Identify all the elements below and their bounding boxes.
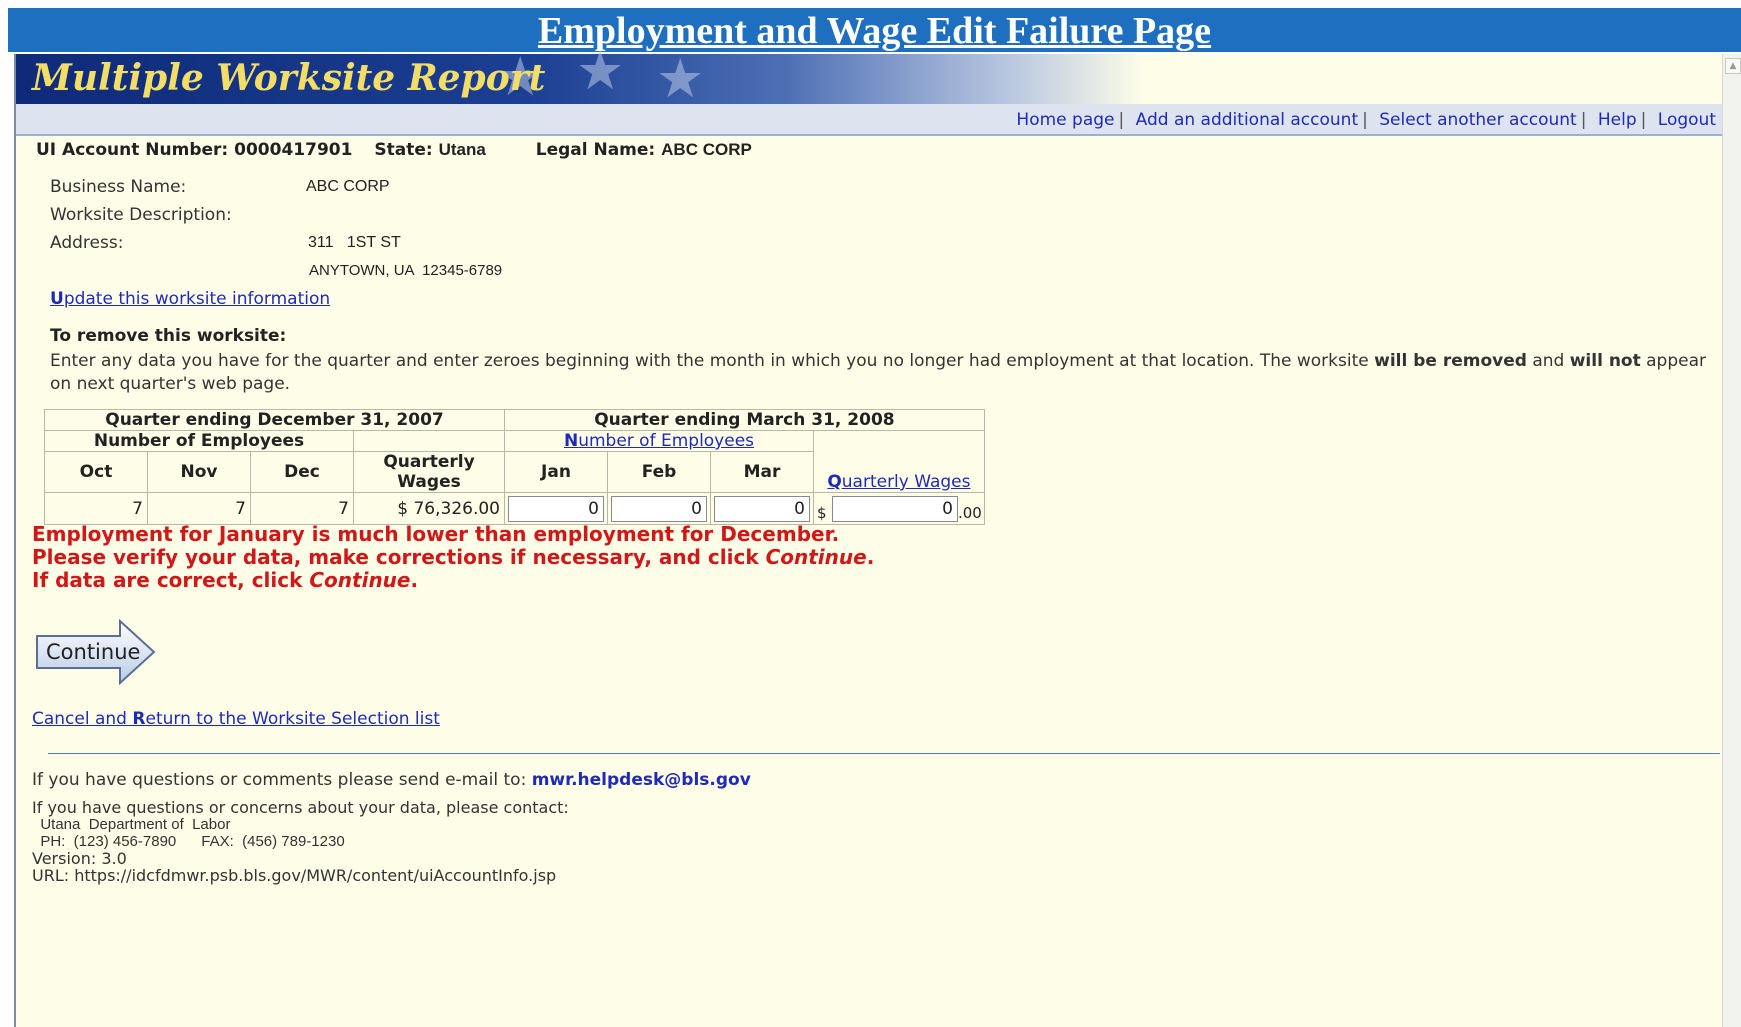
prev-wages-header: Quarterly Wages: [353, 451, 505, 493]
banner: ★ ★ ★ Multiple Worksite Report: [16, 44, 1726, 110]
nav-select-account-link[interactable]: Select another account: [1379, 110, 1576, 130]
report-frame: ★ ★ ★ Multiple Worksite Report Home page…: [14, 44, 1726, 1027]
month-header-mar: Mar: [710, 451, 814, 493]
feb-employees-input[interactable]: 0: [611, 495, 707, 522]
legal-name-label: Legal Name:: [535, 140, 656, 160]
cancel-return-link[interactable]: Cancel and Return to the Worksite Select…: [32, 709, 440, 729]
prev-quarter-header: Quarter ending December 31, 2007: [44, 409, 505, 431]
address-line1: 311 1ST ST: [308, 234, 401, 251]
edit-error-message: Employment for January is much lower tha…: [32, 522, 875, 592]
update-worksite-link[interactable]: Update this worksite information: [50, 289, 330, 309]
scroll-up-icon[interactable]: ▲: [1725, 58, 1741, 74]
footer-contact: If you have questions or concerns about …: [32, 798, 569, 885]
business-name-label: Business Name:: [50, 177, 187, 197]
nav-add-account-link[interactable]: Add an additional account: [1136, 110, 1358, 130]
remove-worksite-instructions: Enter any data you have for the quarter …: [50, 351, 1707, 394]
worksite-description-label: Worksite Description:: [50, 205, 232, 225]
ui-account-number: 0000417901: [234, 140, 353, 160]
jan-employees-input[interactable]: 0: [508, 495, 604, 522]
mar-employees-input[interactable]: 0: [714, 495, 810, 522]
flag-star-icon: ★: [576, 39, 625, 102]
month-header-dec: Dec: [250, 451, 354, 493]
month-header-jan: Jan: [504, 451, 608, 493]
month-header-oct: Oct: [44, 451, 148, 493]
state-value: Utana: [438, 140, 486, 159]
dollar-sign: $: [817, 503, 827, 522]
business-name-value: ABC CORP: [306, 178, 390, 195]
banner-title: Multiple Worksite Report: [32, 57, 546, 99]
legal-name-value: ABC CORP: [661, 140, 752, 159]
state-label: State:: [374, 140, 433, 160]
curr-employees-link[interactable]: Number of Employees: [504, 430, 814, 452]
nav-home-link[interactable]: Home page: [1016, 110, 1114, 130]
page-title-bar: Employment and Wage Edit Failure Page: [8, 8, 1741, 52]
quarter-table: Quarter ending December 31, 2007 Quarter…: [44, 409, 985, 525]
cents-suffix: .00: [957, 503, 982, 522]
address-label: Address:: [50, 233, 124, 253]
account-summary: UI Account Number: 0000417901 State: Uta…: [36, 140, 752, 160]
helpdesk-email-link[interactable]: mwr.helpdesk@bls.gov: [532, 770, 751, 790]
address-line2: ANYTOWN, UA 12345-6789: [309, 262, 503, 279]
prev-wages-value: $ 76,326.00: [353, 492, 505, 525]
nav-bar: Home page | Add an additional account | Se…: [16, 104, 1726, 136]
prev-employees-header: Number of Employees: [44, 430, 354, 452]
nav-logout-link[interactable]: Logout: [1658, 110, 1716, 130]
month-header-nov: Nov: [147, 451, 251, 493]
month-header-feb: Feb: [607, 451, 711, 493]
curr-wages-link[interactable]: Quarterly Wages: [813, 430, 985, 493]
nav-help-link[interactable]: Help: [1598, 110, 1637, 130]
remove-worksite-heading: To remove this worksite:: [50, 326, 287, 346]
dec-employees-value: 7: [250, 492, 354, 525]
curr-quarter-header: Quarter ending March 31, 2008: [504, 409, 985, 431]
vertical-scrollbar[interactable]: ▲: [1722, 54, 1741, 1027]
flag-star-icon: ★: [656, 47, 705, 110]
ui-account-label: UI Account Number:: [36, 140, 229, 160]
footer-email-line: If you have questions or comments please…: [32, 770, 751, 790]
quarterly-wages-input[interactable]: 0: [831, 495, 958, 522]
divider: [48, 753, 1720, 754]
continue-button[interactable]: Continue: [34, 618, 158, 686]
oct-employees-value: 7: [44, 492, 148, 525]
page-title: Employment and Wage Edit Failure Page: [537, 10, 1212, 52]
nov-employees-value: 7: [147, 492, 251, 525]
